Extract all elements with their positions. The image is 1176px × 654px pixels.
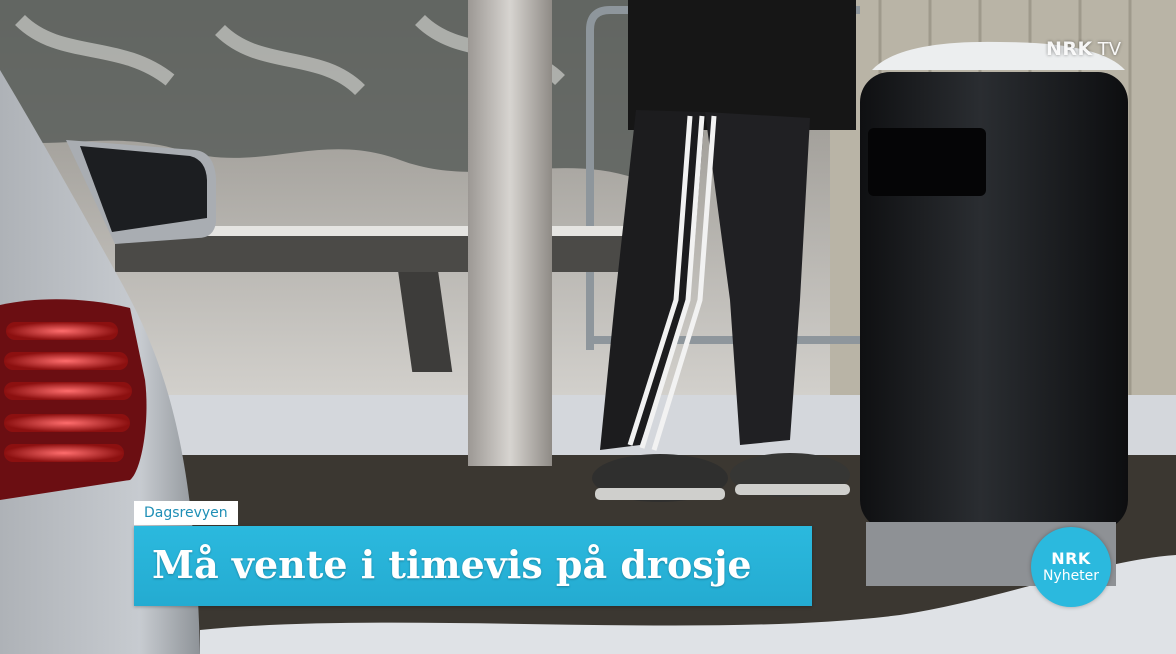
program-name-label: Dagsrevyen xyxy=(134,501,238,525)
nrk-brand-text: NRK xyxy=(1046,38,1093,60)
nrk-logo-brand: NRK xyxy=(1051,548,1091,568)
tv-service-text: TV xyxy=(1097,39,1122,60)
nrk-nyheter-logo: NRK Nyheter xyxy=(1031,527,1111,607)
nyheter-logo-text: Nyheter xyxy=(1042,567,1100,584)
video-frame: NRK TV Dagsrevyen Må vente i timevis på … xyxy=(0,0,1176,654)
headline-text: Må vente i timevis på drosje xyxy=(152,542,752,587)
headline-bar: Må vente i timevis på drosje xyxy=(134,526,812,606)
nrk-tv-watermark: NRK TV xyxy=(1046,38,1121,60)
